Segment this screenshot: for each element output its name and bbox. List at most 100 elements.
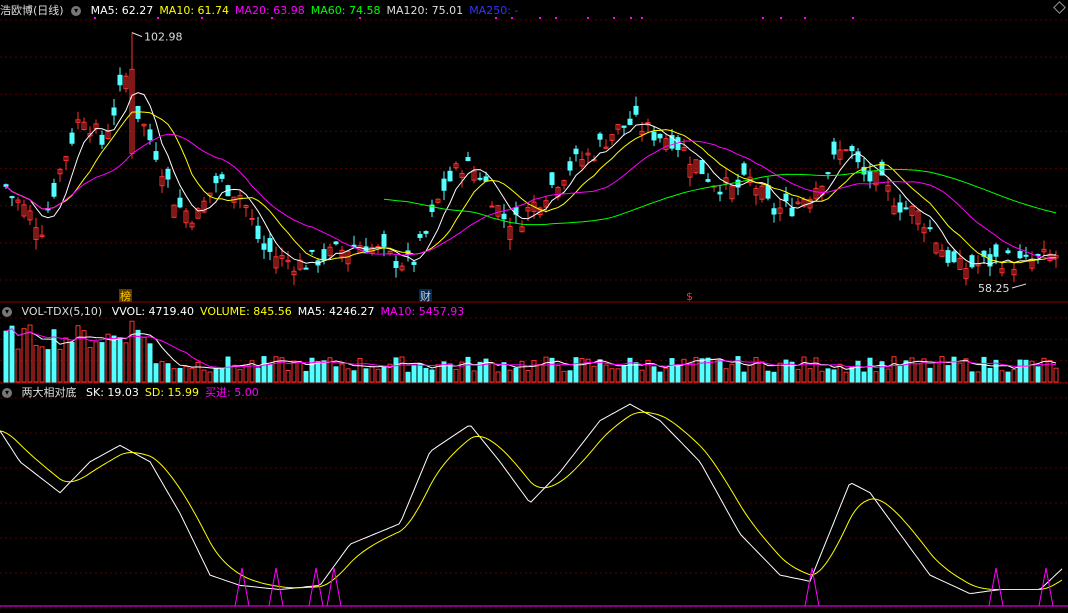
volume-bar bbox=[99, 342, 105, 383]
volume-bar bbox=[555, 365, 561, 383]
buy-signal bbox=[988, 567, 1004, 607]
volume-bar bbox=[105, 333, 111, 383]
sd-line bbox=[0, 411, 1063, 590]
volume-bar bbox=[633, 362, 639, 383]
volume-bar bbox=[969, 371, 975, 383]
volume-bar bbox=[705, 357, 711, 383]
volume-bar bbox=[861, 371, 867, 383]
kline-chart[interactable]: 102.98 58.25 榜 财 $ bbox=[0, 0, 1068, 613]
volume-bar bbox=[813, 357, 819, 383]
candle-body bbox=[951, 251, 957, 263]
volume-bar bbox=[603, 364, 609, 383]
signal-dot bbox=[157, 17, 159, 19]
volume-bar bbox=[189, 367, 195, 383]
volume-bar bbox=[501, 362, 507, 383]
volume-bar bbox=[267, 364, 273, 383]
candle-body bbox=[423, 231, 429, 234]
volume-bar bbox=[195, 361, 201, 383]
volume-bar bbox=[927, 367, 933, 383]
volume-bar bbox=[855, 360, 861, 383]
signal-dot bbox=[630, 17, 632, 19]
volume-bar bbox=[819, 370, 825, 383]
volume-bar bbox=[849, 366, 855, 383]
volume-bar bbox=[489, 362, 495, 383]
candle-body bbox=[321, 249, 327, 261]
volume-bar bbox=[363, 368, 369, 383]
candle-body bbox=[831, 141, 837, 155]
volume-bar bbox=[297, 361, 303, 383]
volume-bar bbox=[345, 368, 351, 383]
candle-body bbox=[699, 159, 705, 175]
volume-bar bbox=[573, 357, 579, 383]
candle-body bbox=[945, 250, 951, 263]
candle-body bbox=[903, 207, 909, 210]
volume-bar bbox=[321, 360, 327, 383]
low-price-label: 58.25 bbox=[978, 282, 1010, 295]
volume-bar bbox=[873, 371, 879, 383]
volume-bar bbox=[729, 363, 735, 383]
volume-bar bbox=[933, 362, 939, 383]
volume-bar bbox=[237, 369, 243, 383]
volume-bar bbox=[531, 360, 537, 383]
volume-bar bbox=[33, 344, 39, 383]
volume-bar bbox=[795, 368, 801, 383]
volume-bar bbox=[975, 371, 981, 383]
volume-bar bbox=[3, 330, 9, 383]
candle-body bbox=[843, 149, 849, 152]
volume-bar bbox=[405, 371, 411, 383]
candle-body bbox=[717, 191, 723, 195]
volume-bar bbox=[657, 371, 663, 383]
volume-bar bbox=[243, 364, 249, 383]
volume-bar bbox=[165, 363, 171, 383]
candle-body bbox=[213, 175, 219, 184]
volume-bar bbox=[777, 362, 783, 383]
candle-body bbox=[621, 125, 627, 128]
ma10-line bbox=[5, 111, 1057, 264]
volume-bar bbox=[981, 356, 987, 383]
volume-bar bbox=[615, 368, 621, 383]
volume-bar bbox=[285, 370, 291, 383]
volume-bar bbox=[423, 367, 429, 383]
candle-body bbox=[111, 107, 117, 116]
candle-body bbox=[549, 172, 555, 185]
volume-bar bbox=[957, 362, 963, 383]
buy-signal bbox=[234, 567, 250, 607]
volume-bar bbox=[765, 370, 771, 383]
volume-bar bbox=[87, 347, 93, 383]
ma20-line bbox=[5, 133, 1057, 260]
high-pointer bbox=[131, 32, 143, 38]
volume-bar bbox=[453, 368, 459, 383]
volume-bar bbox=[315, 361, 321, 383]
event-marker: 财 bbox=[420, 289, 431, 303]
candle-body bbox=[147, 129, 153, 141]
volume-bar bbox=[885, 368, 891, 383]
candle-body bbox=[465, 157, 471, 162]
candle-body bbox=[441, 178, 447, 191]
volume-bar bbox=[831, 369, 837, 383]
volume-bar bbox=[567, 370, 573, 383]
candle-body bbox=[417, 234, 423, 238]
volume-bar bbox=[759, 361, 765, 383]
candle-body bbox=[9, 196, 15, 199]
volume-bar bbox=[561, 370, 567, 383]
volume-bar bbox=[255, 367, 261, 383]
volume-bar bbox=[789, 361, 795, 383]
candle-body bbox=[267, 238, 273, 252]
signal-dot bbox=[852, 17, 854, 19]
volume-bar bbox=[111, 335, 117, 383]
candle-body bbox=[489, 205, 495, 208]
candle-body bbox=[867, 170, 873, 182]
volume-bar bbox=[15, 348, 21, 383]
volume-bar bbox=[987, 367, 993, 383]
candle-body bbox=[381, 234, 387, 247]
volume-bar bbox=[507, 369, 513, 383]
candle-body bbox=[411, 261, 417, 265]
candle-body bbox=[333, 241, 339, 245]
candle-body bbox=[1017, 250, 1023, 259]
signal-dot bbox=[641, 17, 643, 19]
volume-bar bbox=[45, 349, 51, 383]
signal-dot bbox=[780, 17, 782, 19]
volume-bar bbox=[1053, 367, 1059, 383]
volume-bar bbox=[369, 366, 375, 383]
signal-dot bbox=[201, 17, 203, 19]
